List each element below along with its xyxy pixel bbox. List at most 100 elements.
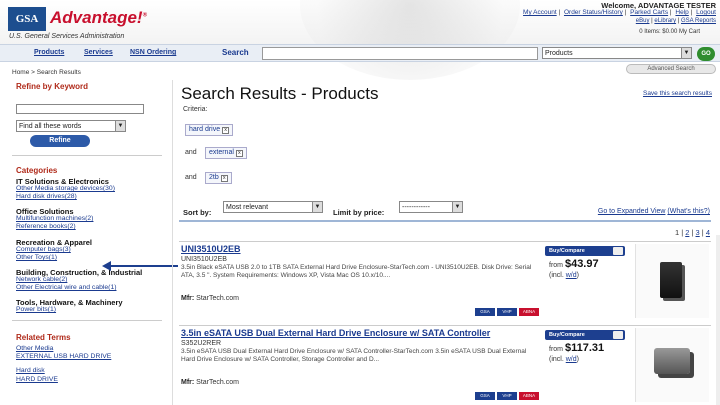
cart-summary[interactable]: 0 Items: $0.00 My Cart bbox=[639, 29, 700, 35]
sort-select[interactable]: Most relevant ▼ bbox=[223, 201, 323, 213]
nav-nsn-ordering[interactable]: NSN Ordering bbox=[130, 49, 176, 56]
related-term-link[interactable]: HARD DRIVE bbox=[16, 376, 58, 383]
chevron-down-icon: ▼ bbox=[452, 202, 462, 212]
criteria-term-text: 2tb bbox=[209, 174, 219, 181]
category-link[interactable]: Computer bags(3) bbox=[16, 246, 71, 253]
category-link[interactable]: Power bits(1) bbox=[16, 306, 56, 313]
criteria-operator: and bbox=[185, 149, 197, 156]
category-link[interactable]: Other Electrical wire and cable(1) bbox=[16, 284, 116, 291]
chevron-down-icon: ▼ bbox=[312, 202, 322, 212]
category-link[interactable]: Hard disk drives(28) bbox=[16, 193, 77, 200]
page-4[interactable]: 4 bbox=[706, 228, 710, 237]
gsa-reports-link[interactable]: GSA Reports bbox=[681, 18, 716, 24]
incl-link[interactable]: w/d bbox=[566, 356, 577, 363]
category-link[interactable]: Reference books(2) bbox=[16, 223, 76, 230]
buy-compare-label: Buy/Compare bbox=[549, 248, 585, 254]
buy-compare-button[interactable]: Buy/Compare bbox=[545, 330, 625, 340]
category-link[interactable]: Multifunction machines(2) bbox=[16, 215, 93, 222]
result-manufacturer: Mfr: StarTech.com bbox=[181, 295, 239, 302]
search-label: Search bbox=[222, 48, 249, 57]
advantage-logo-text: Advantage! bbox=[50, 8, 143, 27]
price-limit-select[interactable]: ------------ ▼ bbox=[399, 201, 463, 213]
chevron-down-icon: ▼ bbox=[681, 48, 691, 58]
ebuy-link[interactable]: eBuy bbox=[636, 18, 650, 24]
logout-link[interactable]: Logout bbox=[696, 9, 716, 16]
related-term-link[interactable]: EXTERNAL USB HARD DRIVE bbox=[16, 353, 111, 360]
advanced-search-button[interactable]: Advanced Search bbox=[626, 64, 716, 74]
annotation-arrow-icon bbox=[102, 261, 111, 271]
result-price: from $43.97 bbox=[549, 258, 599, 270]
site-header: GSA Advantage!® U.S. General Services Ad… bbox=[0, 0, 720, 80]
incl-text: (incl. bbox=[549, 356, 564, 363]
search-scope-select[interactable]: Products ▼ bbox=[542, 47, 692, 59]
result-item: 3.5in eSATA USB Dual External Hard Drive… bbox=[179, 325, 711, 405]
criteria-term-text: hard drive bbox=[189, 126, 221, 133]
expanded-view-row: Go to Expanded View (What's this?) bbox=[598, 208, 710, 215]
related-term-link[interactable]: Hard disk bbox=[16, 367, 45, 374]
buy-compare-button[interactable]: Buy/Compare bbox=[545, 246, 625, 256]
result-manufacturer: Mfr: StarTech.com bbox=[181, 379, 239, 386]
refine-button[interactable]: Refine bbox=[30, 135, 90, 147]
save-search-link[interactable]: Save this search results bbox=[643, 90, 712, 97]
result-sku: S352U2RER bbox=[181, 340, 222, 347]
category-link[interactable]: Other Toys(1) bbox=[16, 254, 57, 261]
criteria-term: hard drive x bbox=[185, 124, 234, 136]
remove-criteria-icon[interactable]: x bbox=[235, 150, 243, 157]
page-title: Search Results - Products bbox=[181, 84, 379, 103]
expanded-view-link[interactable]: Go to Expanded View bbox=[598, 208, 666, 215]
result-description: 3.5in eSATA USB Dual External Hard Drive… bbox=[181, 348, 527, 363]
elibrary-link[interactable]: eLibrary bbox=[654, 18, 676, 24]
related-term-link[interactable]: Other Media bbox=[16, 345, 53, 352]
result-item: UNI3510U2EB UNI3510U2EB 3.5in Black eSAT… bbox=[179, 241, 711, 321]
result-sku: UNI3510U2EB bbox=[181, 256, 227, 263]
related-terms-heading: Related Terms bbox=[16, 333, 71, 342]
refine-heading: Refine by Keyword bbox=[16, 82, 89, 91]
remove-criteria-icon[interactable]: x bbox=[222, 127, 230, 134]
match-mode-select[interactable]: Find all these words ▼ bbox=[16, 120, 126, 132]
criteria-term: 2tb x bbox=[205, 172, 232, 184]
result-title-link[interactable]: UNI3510U2EB bbox=[181, 244, 241, 254]
vhp-badge: VHP bbox=[497, 392, 517, 400]
sidebar-divider bbox=[12, 320, 162, 321]
search-input[interactable] bbox=[262, 47, 538, 60]
gsa-logo[interactable]: GSA bbox=[8, 7, 46, 31]
advantage-logo[interactable]: Advantage!® bbox=[50, 8, 147, 28]
buy-compare-label: Buy/Compare bbox=[549, 332, 585, 338]
category-link[interactable]: Network cable(2) bbox=[16, 276, 67, 283]
nav-services[interactable]: Services bbox=[84, 49, 113, 56]
my-account-link[interactable]: My Account bbox=[523, 9, 557, 16]
abna-badge: ABNA bbox=[519, 392, 539, 400]
contract-badges: GSA VHP ABNA bbox=[475, 308, 541, 316]
page-2[interactable]: 2 bbox=[685, 228, 689, 237]
order-status-link[interactable]: Order Status/History bbox=[564, 9, 623, 16]
sort-value: Most relevant bbox=[226, 204, 269, 211]
results-divider bbox=[179, 220, 711, 222]
nav-bar: Products Services NSN Ordering Search Pr… bbox=[0, 44, 720, 62]
incl-link[interactable]: w/d bbox=[566, 272, 577, 279]
criteria-operator: and bbox=[185, 174, 197, 181]
go-button[interactable]: GO bbox=[697, 47, 715, 61]
keyword-input[interactable] bbox=[16, 104, 144, 114]
parked-carts-link[interactable]: Parked Carts bbox=[630, 9, 668, 16]
abna-badge: ABNA bbox=[519, 308, 539, 316]
help-link[interactable]: Help bbox=[675, 9, 688, 16]
price-limit-value: ------------ bbox=[402, 204, 430, 211]
product-thumbnail[interactable] bbox=[635, 244, 709, 318]
criteria-term-text: external bbox=[209, 149, 234, 156]
category-link[interactable]: Other Media storage devices(30) bbox=[16, 185, 115, 192]
price-from: from bbox=[549, 262, 563, 269]
remove-criteria-icon[interactable]: x bbox=[220, 175, 228, 182]
result-description: 3.5in Black eSATA USB 2.0 to 1TB SATA Ex… bbox=[181, 264, 532, 279]
contract-badges: GSA VHP ABNA bbox=[475, 392, 541, 400]
scrollbar[interactable] bbox=[716, 235, 720, 405]
pager: 1 | 2 | 3 | 4 bbox=[674, 228, 710, 237]
nav-products[interactable]: Products bbox=[34, 49, 64, 56]
product-thumbnail[interactable] bbox=[635, 328, 709, 402]
incl-text: (incl. bbox=[549, 272, 564, 279]
page-1[interactable]: 1 bbox=[675, 228, 679, 237]
breadcrumb: Home > Search Results bbox=[12, 69, 81, 76]
whats-this-link[interactable]: (What's this?) bbox=[667, 208, 710, 215]
price-from: from bbox=[549, 346, 563, 353]
page-3[interactable]: 3 bbox=[696, 228, 700, 237]
result-title-link[interactable]: 3.5in eSATA USB Dual External Hard Drive… bbox=[181, 328, 490, 338]
